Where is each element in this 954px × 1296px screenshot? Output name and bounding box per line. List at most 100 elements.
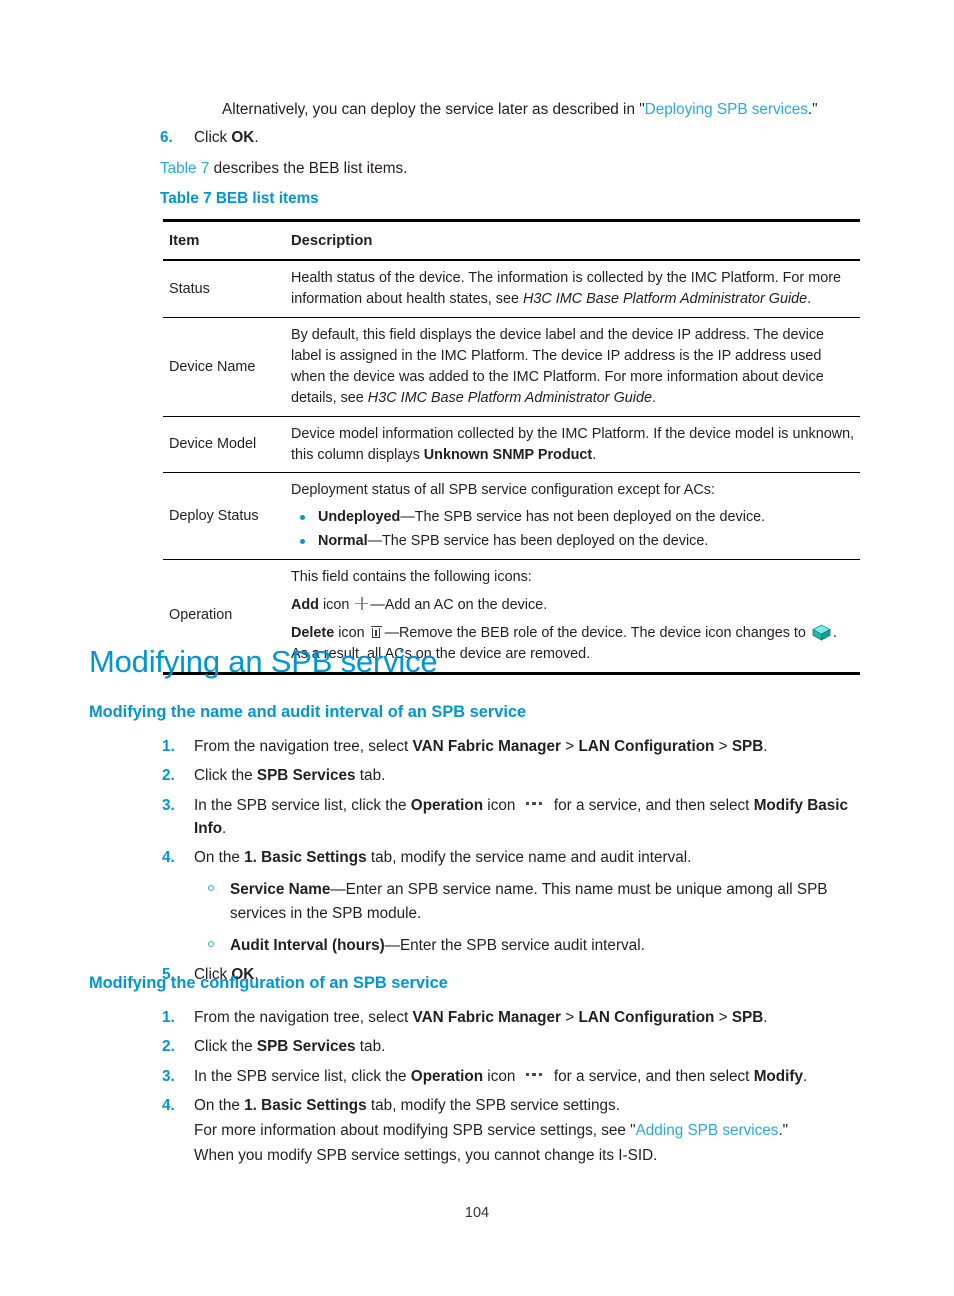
- add-label: Add: [291, 596, 319, 613]
- trash-can: [372, 628, 381, 639]
- alt-text-before: Alternatively, you can deploy the servic…: [222, 101, 645, 118]
- step-number: 1.: [162, 738, 175, 755]
- list-item: Undeployed—The SPB service has not been …: [291, 507, 856, 528]
- trash-lid: [370, 625, 382, 628]
- table-7-link[interactable]: Table 7: [160, 160, 209, 177]
- tab-spb-services: SPB Services: [256, 1038, 356, 1056]
- nav-separator: >: [714, 1009, 732, 1026]
- delete-icon[interactable]: [370, 625, 382, 639]
- deploy-status-bullet-list: Undeployed—The SPB service has not been …: [291, 507, 856, 552]
- page-number: 104: [464, 1205, 490, 1221]
- list-item: 4. On the 1. Basic Settings tab, modify …: [160, 846, 870, 957]
- step-text-part: for a service, and then select: [549, 796, 754, 814]
- step-text-part: icon: [483, 1067, 520, 1085]
- step-text: In the SPB service list, click the Opera…: [194, 797, 848, 837]
- step-period: .: [763, 1009, 768, 1026]
- delete-rest-1: —Remove the BEB role of the device. The …: [384, 624, 810, 641]
- list-item: 3. In the SPB service list, click the Op…: [160, 1065, 870, 1088]
- note-text-before: For more information about modifying SPB…: [194, 1122, 636, 1139]
- step-text: On the 1. Basic Settings tab, modify the…: [194, 1097, 620, 1114]
- desc-period: .: [651, 389, 656, 406]
- step-number: 2.: [162, 767, 175, 785]
- step-text-part: From the navigation tree, select: [194, 738, 413, 755]
- list-item: 3. In the SPB service list, click the Op…: [160, 794, 870, 841]
- step-6-text: Click OK.: [194, 129, 259, 146]
- step-text-part: On the: [194, 1096, 245, 1114]
- add-icon[interactable]: [355, 596, 369, 610]
- procedure-modify-configuration: 1. From the navigation tree, select VAN …: [160, 1006, 870, 1174]
- step-period: .: [802, 1067, 808, 1085]
- table-reference-line: Table 7 describes the BEB list items.: [160, 160, 407, 178]
- step-text-part: Click the: [194, 767, 257, 785]
- section-heading-modify-name-audit: Modifying the name and audit interval of…: [89, 703, 527, 721]
- table-header-row: Item Description: [163, 219, 860, 262]
- operation-ellipsis-icon[interactable]: [524, 1070, 546, 1080]
- step-text-part: Click the: [194, 1038, 257, 1056]
- dot: [538, 1072, 542, 1076]
- bullet-bold-undeployed: Undeployed: [318, 509, 401, 526]
- delete-icon-word: icon: [334, 624, 369, 641]
- operation-ellipsis-icon[interactable]: [524, 799, 546, 809]
- nav-van-fabric-manager: VAN Fabric Manager: [412, 1009, 561, 1026]
- section-heading-modify-configuration: Modifying the configuration of an SPB se…: [89, 974, 448, 992]
- nav-lan-configuration: LAN Configuration: [578, 738, 715, 755]
- nav-lan-configuration: LAN Configuration: [578, 1009, 715, 1026]
- step-text: Click the SPB Services tab.: [194, 767, 385, 784]
- step-text-part: tab, modify the service name and audit i…: [366, 849, 692, 866]
- step-text: In the SPB service list, click the Opera…: [194, 1068, 807, 1085]
- nav-spb: SPB: [731, 738, 764, 755]
- adding-spb-services-link[interactable]: Adding SPB services: [636, 1122, 779, 1139]
- deploy-status-lead: Deployment status of all SPB service con…: [291, 482, 715, 499]
- step-number: 2.: [162, 1038, 175, 1056]
- desc-italic-guide: H3C IMC Base Platform Administrator Guid…: [523, 291, 808, 308]
- table-row: Device Model Device model information co…: [163, 416, 860, 474]
- step-6: 6. Click OK.: [160, 129, 860, 147]
- operation-add-line: Add icon —Add an AC on the device.: [291, 595, 856, 616]
- list-item: 2. Click the SPB Services tab.: [160, 764, 870, 787]
- step-text-part: tab, modify the SPB service settings.: [366, 1096, 620, 1114]
- row-item-device-name: Device Name: [163, 317, 286, 417]
- menu-modify: Modify: [753, 1067, 803, 1085]
- desc-bold-unknown-snmp-product: Unknown SNMP Product: [423, 446, 593, 463]
- alternative-deploy-paragraph: Alternatively, you can deploy the servic…: [222, 99, 862, 122]
- step-text-part: From the navigation tree, select: [194, 1009, 413, 1026]
- step-text-part: for a service, and then select: [549, 1067, 754, 1085]
- sub-bullet-list: Service Name—Enter an SPB service name. …: [194, 878, 870, 957]
- nav-spb: SPB: [731, 1009, 764, 1026]
- desc-paragraph: Device model information collected by th…: [291, 424, 856, 466]
- list-item: 2. Click the SPB Services tab.: [160, 1035, 870, 1058]
- table-body: Status Health status of the device. The …: [163, 260, 860, 675]
- note-text-after: .": [778, 1122, 789, 1139]
- step-text: On the 1. Basic Settings tab, modify the…: [194, 849, 691, 866]
- tab-spb-services: SPB Services: [256, 767, 356, 785]
- desc-paragraph: Health status of the device. The informa…: [291, 268, 856, 310]
- dot: [525, 1072, 529, 1076]
- step-text-part: icon: [483, 796, 520, 814]
- step-6-text-before: Click: [194, 129, 232, 146]
- column-header-description: Description: [286, 219, 860, 262]
- step-6-number: 6.: [160, 129, 173, 146]
- nav-van-fabric-manager: VAN Fabric Manager: [412, 738, 561, 755]
- note-isid: When you modify SPB service settings, yo…: [194, 1147, 658, 1165]
- deploying-spb-services-link[interactable]: Deploying SPB services: [645, 101, 808, 118]
- nav-separator: >: [714, 738, 732, 755]
- table-head: Item Description: [163, 219, 860, 262]
- step-text: From the navigation tree, select VAN Fab…: [194, 738, 768, 755]
- row-desc-status: Health status of the device. The informa…: [286, 260, 860, 319]
- field-service-name: Service Name: [230, 881, 331, 899]
- step-text: Click the SPB Services tab.: [194, 1038, 385, 1055]
- table-row: Device Name By default, this field displ…: [163, 317, 860, 417]
- desc-paragraph: By default, this field displays the devi…: [291, 325, 856, 409]
- step-number: 1.: [162, 1009, 175, 1026]
- delete-label: Delete: [291, 624, 335, 641]
- step-number: 3.: [162, 1067, 175, 1085]
- steps-list: 1. From the navigation tree, select VAN …: [160, 1006, 870, 1168]
- beb-list-items-table: Item Description Status Health status of…: [163, 219, 860, 675]
- procedure-modify-name-audit: 1. From the navigation tree, select VAN …: [160, 735, 870, 992]
- sub-bullet-text: —Enter the SPB service audit interval.: [384, 936, 645, 954]
- step-number: 4.: [162, 849, 175, 866]
- row-item-device-model: Device Model: [163, 416, 286, 474]
- document-page: Alternatively, you can deploy the servic…: [0, 0, 954, 1296]
- row-desc-device-name: By default, this field displays the devi…: [286, 317, 860, 417]
- desc-period: .: [807, 291, 812, 308]
